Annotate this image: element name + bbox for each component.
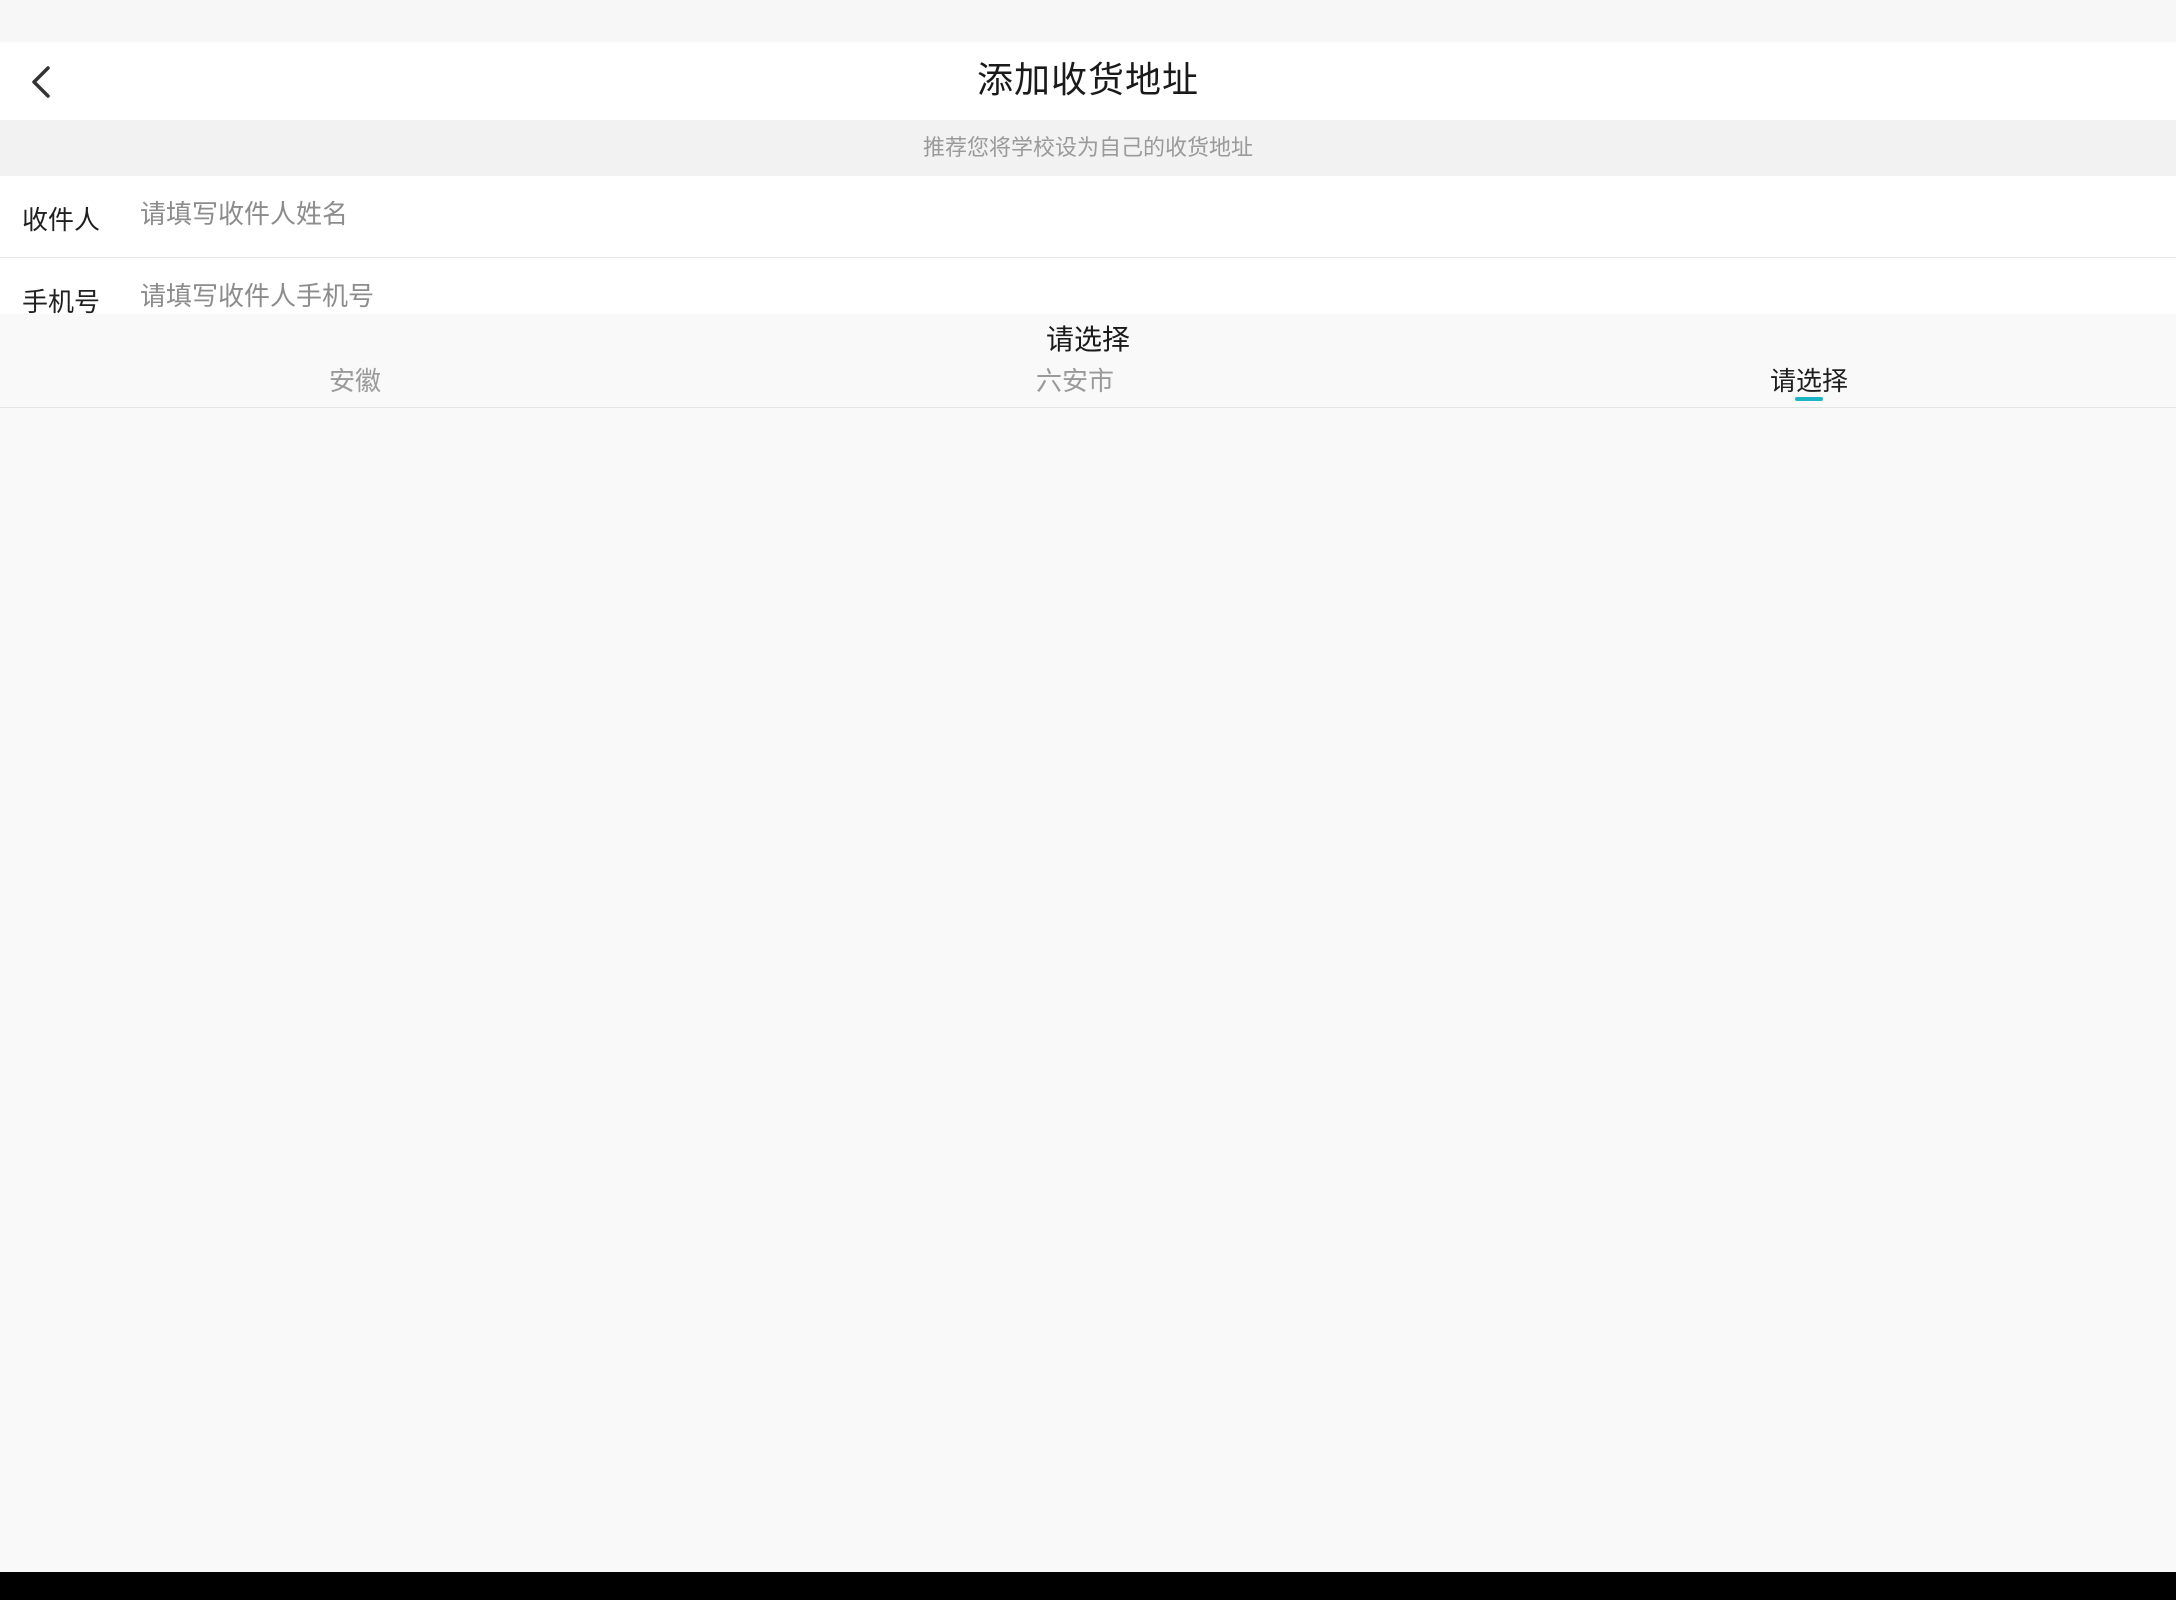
address-hint: 推荐您将学校设为自己的收货地址 bbox=[0, 120, 2176, 176]
navigation-bar: 添加收货地址 bbox=[0, 42, 2176, 120]
recipient-label: 收件人 bbox=[22, 206, 101, 236]
status-bar bbox=[0, 0, 2176, 42]
recipient-row: 收件人 bbox=[0, 176, 2176, 258]
tab-province[interactable]: 安徽 bbox=[329, 354, 381, 407]
tab-district[interactable]: 请选择 bbox=[1770, 354, 1848, 407]
region-option-list[interactable] bbox=[0, 408, 2176, 1572]
tab-city[interactable]: 六安市 bbox=[1036, 354, 1114, 407]
page-title: 添加收货地址 bbox=[976, 60, 1199, 101]
tab-city-label: 六安市 bbox=[1035, 367, 1115, 397]
tab-district-label: 请选择 bbox=[1769, 367, 1849, 397]
phone-number-input[interactable] bbox=[140, 277, 1540, 314]
region-picker: 请选择 安徽 六安市 请选择 bbox=[0, 314, 2176, 1572]
region-tabs: 安徽 六安市 请选择 bbox=[0, 354, 2176, 408]
active-tab-indicator bbox=[1794, 397, 1823, 401]
picker-title: 请选择 bbox=[1045, 323, 1130, 356]
phone-row: 手机号 bbox=[0, 258, 2176, 314]
tab-province-label: 安徽 bbox=[328, 367, 382, 397]
system-navigation-bar bbox=[0, 1572, 2176, 1600]
recipient-name-input[interactable] bbox=[140, 195, 1540, 235]
phone-label: 手机号 bbox=[22, 288, 101, 314]
